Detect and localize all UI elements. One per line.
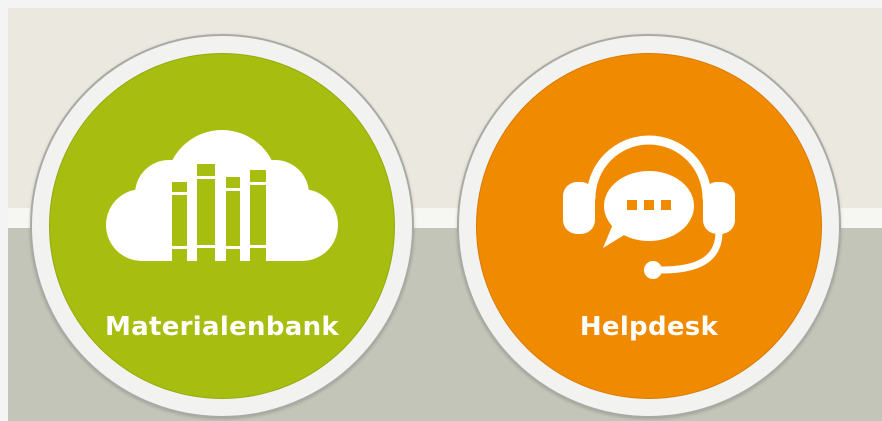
page: Materialenbank Helpdesk [0,0,882,421]
materialenbank-disc: Materialenbank [49,53,395,399]
headset-chat-icon [563,135,735,279]
helpdesk-button[interactable]: Helpdesk [457,34,841,418]
helpdesk-disc: Helpdesk [476,53,822,399]
materialenbank-button[interactable]: Materialenbank [30,34,414,418]
helpdesk-label: Helpdesk [579,312,719,342]
cloud-books-icon [106,130,338,261]
materialenbank-label: Materialenbank [105,312,339,342]
